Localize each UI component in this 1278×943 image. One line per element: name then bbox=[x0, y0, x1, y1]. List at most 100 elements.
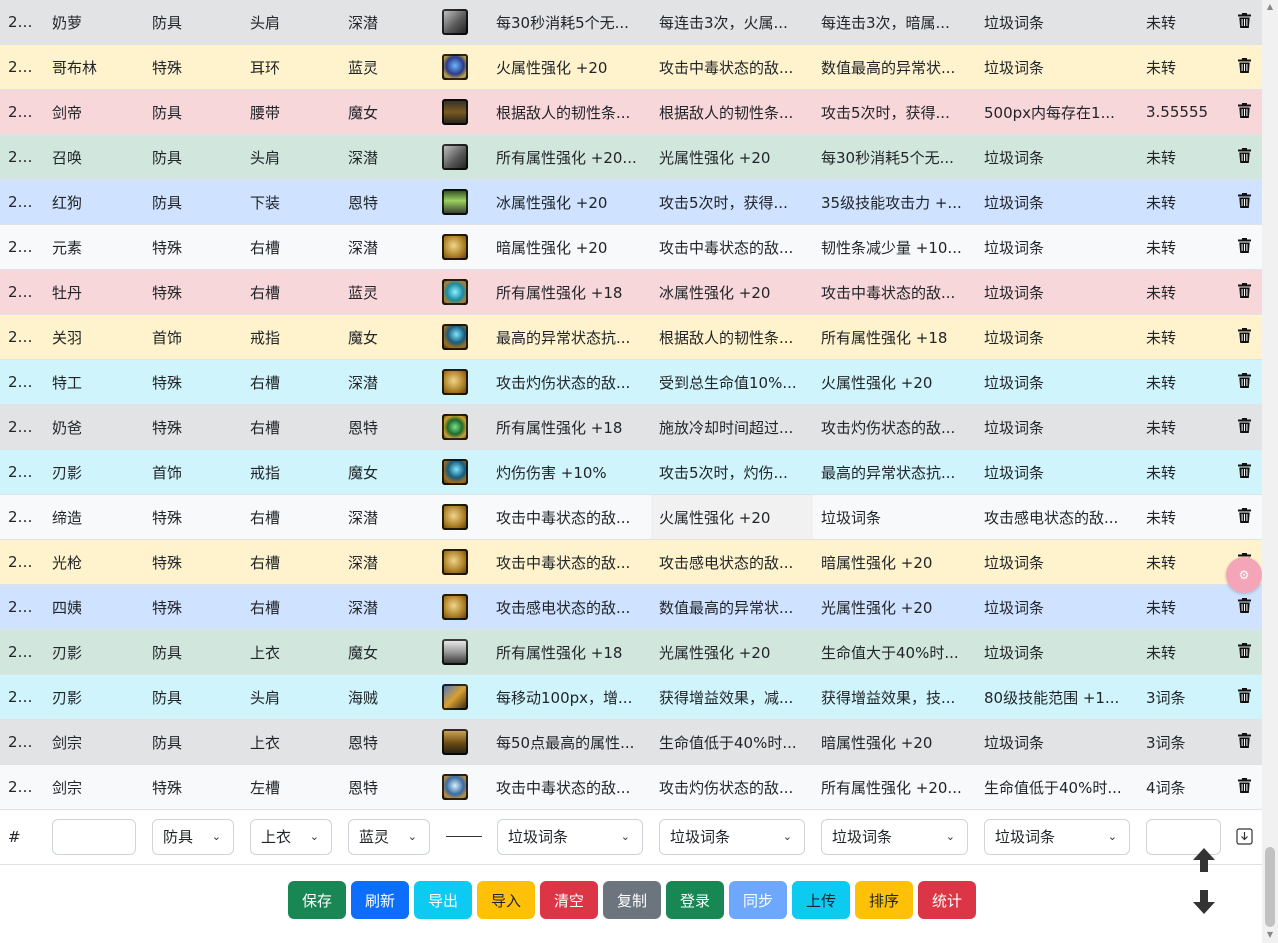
export-button[interactable]: 导出 bbox=[414, 881, 472, 919]
trash-icon[interactable] bbox=[1237, 282, 1251, 302]
delete-cell[interactable] bbox=[1226, 629, 1262, 675]
table-row[interactable]: 224 哥布林 特殊 耳环 蓝灵 火属性强化 +20 攻击中毒状态的敌... 数值最高的异常状… bbox=[0, 44, 1262, 90]
item-owner-cell: 牡丹 bbox=[44, 269, 144, 315]
delete-cell[interactable] bbox=[1226, 134, 1262, 180]
item-type-cell: 防具 bbox=[144, 134, 242, 180]
vertical-scrollbar[interactable]: ▲ ▼ bbox=[1262, 0, 1278, 943]
table-row[interactable]: 231 特工 特殊 右槽 深潜 攻击灼伤状态的敌... 受到总生命值10%... 火属性强化 … bbox=[0, 359, 1262, 405]
trash-icon[interactable] bbox=[1237, 462, 1251, 482]
trash-icon[interactable] bbox=[1237, 372, 1251, 392]
trash-icon[interactable] bbox=[1237, 147, 1251, 167]
delete-cell[interactable] bbox=[1226, 494, 1262, 540]
trash-icon[interactable] bbox=[1237, 102, 1251, 122]
trash-icon[interactable] bbox=[1237, 642, 1251, 662]
item-affix4-cell: 垃圾词条 bbox=[976, 179, 1138, 225]
delete-cell[interactable] bbox=[1226, 674, 1262, 720]
table-row[interactable]: 227 红狗 防具 下装 恩特 冰属性强化 +20 攻击5次时，获得... 35级技能攻击力 … bbox=[0, 179, 1262, 225]
filter-set-select[interactable]: 蓝灵 ⌄ bbox=[348, 819, 430, 855]
table-row[interactable]: 240 剑宗 特殊 左槽 恩特 攻击中毒状态的敌... 攻击灼伤状态的敌... 所有属性强化 … bbox=[0, 764, 1262, 810]
item-owner-cell: 四姨 bbox=[44, 584, 144, 630]
table-row[interactable]: 234 缔造 特殊 右槽 深潜 攻击中毒状态的敌... 火属性强化 +20 垃圾词条 攻击感电状… bbox=[0, 494, 1262, 540]
filter-slot-select[interactable]: 上衣 ⌄ bbox=[250, 819, 332, 855]
item-affix2-cell: 冰属性强化 +20 bbox=[651, 269, 813, 315]
trash-icon[interactable] bbox=[1237, 597, 1251, 617]
arrow-up-icon[interactable] bbox=[1192, 847, 1216, 873]
table-row[interactable]: 230 关羽 首饰 戒指 魔女 最高的异常状态抗... 根据敌人的韧性条... 所有属性强化 … bbox=[0, 314, 1262, 360]
table-row[interactable]: 229 牡丹 特殊 右槽 蓝灵 所有属性强化 +18 冰属性强化 +20 攻击中毒状态的敌..… bbox=[0, 269, 1262, 315]
delete-cell[interactable] bbox=[1226, 404, 1262, 450]
table-row[interactable]: 238 刃影 防具 头肩 海贼 每移动100px，增... 获得增益效果，减... 获得增益效… bbox=[0, 674, 1262, 720]
trash-icon[interactable] bbox=[1237, 507, 1251, 527]
table-row[interactable]: 232 奶爸 特殊 右槽 恩特 所有属性强化 +18 施放冷却时间超过... 攻击灼伤状态的敌… bbox=[0, 404, 1262, 450]
item-affix4-cell: 垃圾词条 bbox=[976, 0, 1138, 45]
upload-button[interactable]: 上传 bbox=[792, 881, 850, 919]
trash-icon[interactable] bbox=[1237, 777, 1251, 797]
delete-cell[interactable] bbox=[1226, 719, 1262, 765]
filter-affix1-select[interactable]: 垃圾词条 ⌄ bbox=[497, 819, 643, 855]
delete-cell[interactable] bbox=[1226, 179, 1262, 225]
scroll-up-icon[interactable]: ▲ bbox=[1265, 2, 1275, 12]
item-owner-cell: 奶萝 bbox=[44, 0, 144, 45]
trash-icon[interactable] bbox=[1237, 12, 1251, 32]
item-affix2-cell: 根据敌人的韧性条... bbox=[651, 89, 813, 135]
item-status-cell: 未转 bbox=[1138, 44, 1226, 90]
item-owner-cell: 刃影 bbox=[44, 629, 144, 675]
item-affix1-cell: 冰属性强化 +20 bbox=[488, 179, 651, 225]
save-button[interactable]: 保存 bbox=[288, 881, 346, 919]
table-row[interactable]: 226 召唤 防具 头肩 深潜 所有属性强化 +20... 光属性强化 +20 每30秒消耗5… bbox=[0, 134, 1262, 180]
trash-icon[interactable] bbox=[1237, 417, 1251, 437]
filter-affix2-select[interactable]: 垃圾词条 ⌄ bbox=[659, 819, 805, 855]
table-row[interactable]: 225 剑帝 防具 腰带 魔女 根据敌人的韧性条... 根据敌人的韧性条... 攻击5次时，获… bbox=[0, 89, 1262, 135]
delete-cell[interactable] bbox=[1226, 89, 1262, 135]
stats-button[interactable]: 统计 bbox=[918, 881, 976, 919]
filter-type-select[interactable]: 防具 ⌄ bbox=[152, 819, 234, 855]
trash-icon[interactable] bbox=[1237, 327, 1251, 347]
table-row[interactable]: 237 刃影 防具 上衣 魔女 所有属性强化 +18 光属性强化 +20 生命值大于40%时.… bbox=[0, 629, 1262, 675]
filter-affix3-select[interactable]: 垃圾词条 ⌄ bbox=[821, 819, 968, 855]
table-row[interactable]: 239 剑宗 防具 上衣 恩特 每50点最高的属性... 生命值低于40%时... 暗属性强化… bbox=[0, 719, 1262, 765]
delete-cell[interactable] bbox=[1226, 764, 1262, 810]
delete-cell[interactable] bbox=[1226, 0, 1262, 45]
arrow-down-icon[interactable] bbox=[1192, 889, 1216, 915]
filter-affix4-select[interactable]: 垃圾词条 ⌄ bbox=[984, 819, 1130, 855]
item-owner-cell: 关羽 bbox=[44, 314, 144, 360]
delete-cell[interactable] bbox=[1226, 44, 1262, 90]
item-affix1-cell: 根据敌人的韧性条... bbox=[488, 89, 651, 135]
item-affix4-cell: 垃圾词条 bbox=[976, 719, 1138, 765]
item-affix2-cell: 攻击中毒状态的敌... bbox=[651, 44, 813, 90]
trash-icon[interactable] bbox=[1237, 687, 1251, 707]
delete-cell[interactable] bbox=[1226, 269, 1262, 315]
scroll-down-icon[interactable]: ▼ bbox=[1265, 930, 1275, 940]
table-row[interactable]: 223 奶萝 防具 头肩 深潜 每30秒消耗5个无... 每连击3次，火属... 每连击3次，… bbox=[0, 0, 1262, 45]
filter-name-input[interactable] bbox=[52, 819, 136, 855]
item-affix2-cell: 攻击中毒状态的敌... bbox=[651, 224, 813, 270]
trash-icon[interactable] bbox=[1237, 237, 1251, 257]
trash-icon[interactable] bbox=[1237, 192, 1251, 212]
sync-button[interactable]: 同步 bbox=[729, 881, 787, 919]
delete-cell[interactable] bbox=[1226, 224, 1262, 270]
cylinder-icon bbox=[442, 234, 468, 260]
download-icon[interactable] bbox=[1236, 828, 1253, 849]
trash-icon[interactable] bbox=[1237, 732, 1251, 752]
item-icon-cell bbox=[438, 224, 488, 270]
sort-button[interactable]: 排序 bbox=[855, 881, 913, 919]
clear-button[interactable]: 清空 bbox=[540, 881, 598, 919]
item-affix3-cell: 所有属性强化 +20... bbox=[813, 764, 976, 810]
translate-badge-icon[interactable]: ⚙ bbox=[1226, 557, 1262, 593]
table-row[interactable]: 228 元素 特殊 右槽 深潜 暗属性强化 +20 攻击中毒状态的敌... 韧性条减少量 +1… bbox=[0, 224, 1262, 270]
item-slot-cell: 右槽 bbox=[242, 539, 340, 585]
item-status-cell: 未转 bbox=[1138, 629, 1226, 675]
table-row[interactable]: 236 四姨 特殊 右槽 深潜 攻击感电状态的敌... 数值最高的异常状... 光属性强化 +… bbox=[0, 584, 1262, 630]
delete-cell[interactable] bbox=[1226, 359, 1262, 405]
cylinder-icon bbox=[442, 504, 468, 530]
import-button[interactable]: 导入 bbox=[477, 881, 535, 919]
copy-button[interactable]: 复制 bbox=[603, 881, 661, 919]
table-row[interactable]: 235 光枪 特殊 右槽 深潜 攻击中毒状态的敌... 攻击感电状态的敌... 暗属性强化 +… bbox=[0, 539, 1262, 585]
login-button[interactable]: 登录 bbox=[666, 881, 724, 919]
scrollbar-thumb[interactable] bbox=[1265, 847, 1275, 927]
table-row[interactable]: 233 刃影 首饰 戒指 魔女 灼伤伤害 +10% 攻击5次时，灼伤... 最高的异常状态抗.… bbox=[0, 449, 1262, 495]
refresh-button[interactable]: 刷新 bbox=[351, 881, 409, 919]
trash-icon[interactable] bbox=[1237, 57, 1251, 77]
delete-cell[interactable] bbox=[1226, 449, 1262, 495]
delete-cell[interactable] bbox=[1226, 314, 1262, 360]
